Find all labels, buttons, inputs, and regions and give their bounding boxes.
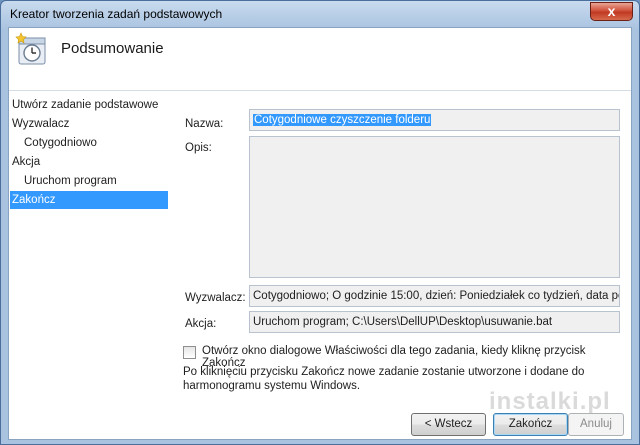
- back-button[interactable]: < Wstecz: [411, 413, 486, 436]
- trigger-field[interactable]: Cotygodniowo; O godzinie 15:00, dzień: P…: [249, 285, 620, 307]
- nav-step-finish[interactable]: Zakończ: [10, 191, 168, 209]
- window-title: Kreator tworzenia zadań podstawowych: [10, 7, 223, 21]
- close-button[interactable]: x: [590, 2, 633, 21]
- watermark-text: instalki: [489, 388, 580, 415]
- wizard-header: Podsumowanie: [9, 28, 631, 90]
- wizard-step-list: Utwórz zadanie podstawowe Wyzwalacz Coty…: [9, 91, 174, 439]
- watermark-logo: instalki.pl: [489, 388, 611, 416]
- name-label: Nazwa:: [185, 118, 224, 130]
- description-label: Opis:: [185, 142, 212, 154]
- name-field[interactable]: Cotygodniowe czyszczenie folderu: [249, 109, 620, 131]
- finish-button-label: Zakończ: [508, 418, 553, 430]
- nav-step-label: Cotygodniowo: [24, 137, 97, 149]
- nav-step-label: Zakończ: [12, 194, 56, 206]
- back-button-label: < Wstecz: [424, 418, 473, 430]
- page-title: Podsumowanie: [61, 40, 164, 57]
- nav-step-action[interactable]: Akcja: [12, 153, 172, 171]
- nav-step-trigger[interactable]: Wyzwalacz: [12, 115, 172, 133]
- nav-step-label: Wyzwalacz: [12, 118, 70, 130]
- trigger-label: Wyzwalacz:: [185, 292, 246, 304]
- open-properties-checkbox[interactable]: [183, 346, 196, 359]
- cancel-button[interactable]: Anuluj: [568, 413, 624, 436]
- finish-button[interactable]: Zakończ: [493, 413, 568, 436]
- watermark-suffix: .pl: [579, 388, 611, 415]
- nav-step-label: Akcja: [12, 156, 41, 168]
- wizard-client-area: Podsumowanie Utwórz zadanie podstawowe W…: [8, 27, 632, 440]
- action-label: Akcja:: [185, 318, 217, 330]
- trigger-value: Cotygodniowo; O godzinie 15:00, dzień: P…: [253, 290, 620, 302]
- clock-task-icon: [15, 32, 46, 65]
- action-value: Uruchom program; C:\Users\DellUP\Desktop…: [253, 316, 553, 328]
- nav-step-label: Utwórz zadanie podstawowe: [12, 99, 159, 111]
- name-value: Cotygodniowe czyszczenie folderu: [253, 114, 432, 126]
- nav-step-weekly[interactable]: Cotygodniowo: [12, 134, 172, 152]
- info-text-line: Po kliknięciu przycisku Zakończ nowe zad…: [183, 366, 585, 378]
- close-icon: x: [607, 3, 616, 19]
- action-field[interactable]: Uruchom program; C:\Users\DellUP\Desktop…: [249, 311, 620, 333]
- nav-step-start-program[interactable]: Uruchom program: [12, 172, 172, 190]
- nav-step-create-basic-task[interactable]: Utwórz zadanie podstawowe: [12, 96, 172, 114]
- description-field[interactable]: [249, 136, 620, 278]
- wizard-window: Kreator tworzenia zadań podstawowych x P…: [0, 0, 640, 445]
- cancel-button-label: Anuluj: [580, 418, 612, 430]
- nav-step-label: Uruchom program: [24, 175, 117, 187]
- title-bar[interactable]: Kreator tworzenia zadań podstawowych x: [1, 1, 639, 27]
